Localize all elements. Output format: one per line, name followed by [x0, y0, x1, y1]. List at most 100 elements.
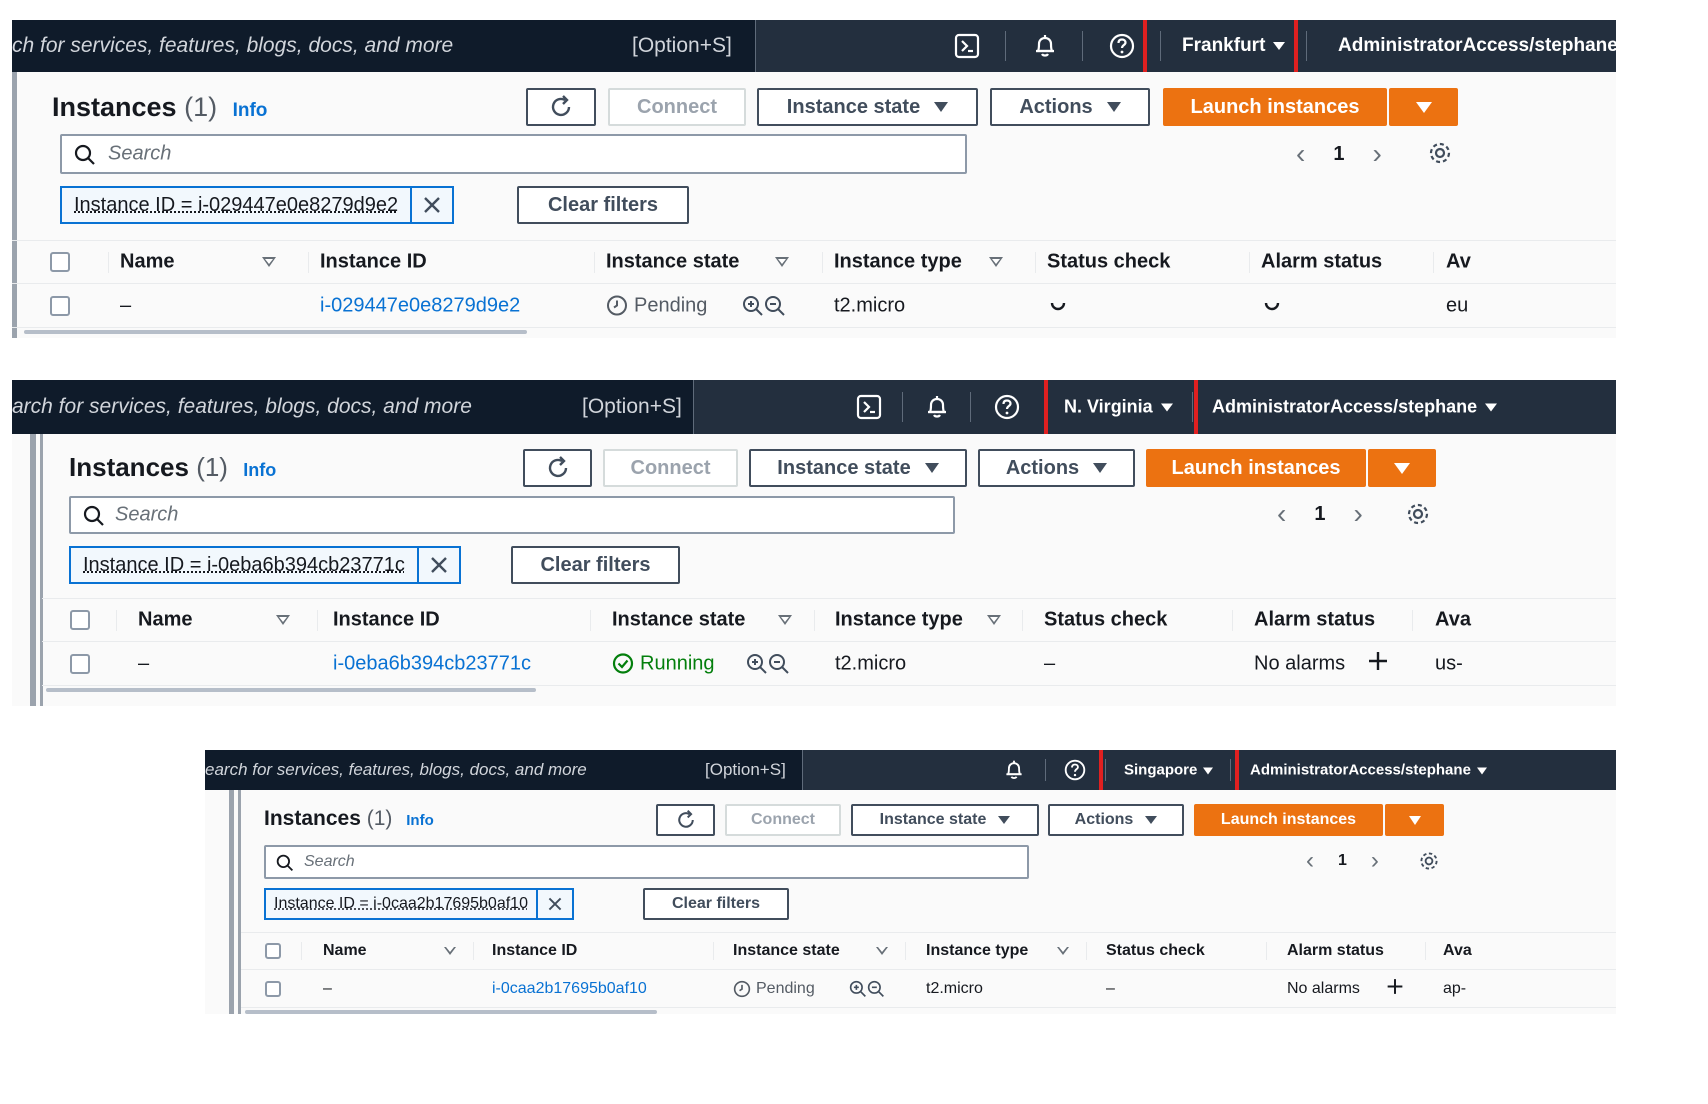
clear-filters-button[interactable]: Clear filters	[511, 546, 680, 584]
column-availability-zone[interactable]: Ava	[1435, 609, 1471, 632]
column-instance-id[interactable]: Instance ID	[333, 609, 440, 632]
row-checkbox[interactable]	[50, 295, 70, 316]
cell-instance-id[interactable]: i-0caa2b17695b0af10	[492, 980, 647, 998]
zoom-in-icon[interactable]	[746, 653, 768, 675]
select-all-checkbox[interactable]	[50, 252, 70, 272]
launch-instances-button[interactable]: Launch instances	[1194, 804, 1383, 836]
bell-icon[interactable]	[1003, 759, 1025, 781]
cell-instance-id[interactable]: i-0eba6b394cb23771c	[333, 652, 531, 675]
actions-button[interactable]: Actions	[978, 449, 1135, 487]
column-name[interactable]: Name	[323, 942, 367, 960]
column-status-check[interactable]: Status check	[1044, 609, 1167, 632]
page-number[interactable]: 1	[1338, 852, 1347, 870]
zoom-out-icon[interactable]	[768, 653, 790, 675]
select-all-checkbox[interactable]	[70, 610, 90, 630]
column-instance-state[interactable]: Instance state	[733, 942, 840, 960]
search-input[interactable]: Search	[69, 496, 955, 534]
bell-icon[interactable]	[1032, 33, 1058, 59]
sort-icon[interactable]	[876, 947, 888, 955]
refresh-button[interactable]	[526, 88, 596, 126]
search-input[interactable]: Search	[264, 845, 1029, 879]
refresh-button[interactable]	[523, 449, 592, 487]
info-link[interactable]: Info	[406, 812, 434, 829]
actions-button[interactable]: Actions	[1048, 804, 1184, 836]
settings-icon[interactable]	[1427, 140, 1453, 166]
sort-icon[interactable]	[775, 257, 789, 267]
table-row[interactable]: – i-0eba6b394cb23771c Running t2.micro –…	[42, 642, 1616, 686]
row-checkbox[interactable]	[70, 653, 90, 674]
column-alarm-status[interactable]: Alarm status	[1287, 942, 1384, 960]
sort-icon[interactable]	[444, 947, 456, 955]
column-instance-state[interactable]: Instance state	[606, 251, 739, 274]
zoom-out-icon[interactable]	[867, 980, 885, 998]
clear-filters-button[interactable]: Clear filters	[517, 186, 689, 224]
connect-button[interactable]: Connect	[608, 88, 746, 126]
account-menu[interactable]: AdministratorAccess/stephane	[1250, 762, 1487, 779]
filter-chip[interactable]: Instance ID = i-029447e0e8279d9e2	[60, 186, 455, 224]
sort-icon[interactable]	[987, 615, 1001, 625]
settings-icon[interactable]	[1418, 850, 1440, 872]
prev-page-icon[interactable]: ‹	[1277, 498, 1286, 530]
global-search-box[interactable]: earch for services, features, blogs, doc…	[205, 750, 803, 790]
connect-button[interactable]: Connect	[725, 804, 841, 836]
launch-instances-button[interactable]: Launch instances	[1146, 449, 1366, 487]
help-icon[interactable]	[994, 394, 1020, 420]
connect-button[interactable]: Connect	[603, 449, 738, 487]
column-instance-type[interactable]: Instance type	[835, 609, 963, 632]
search-input[interactable]: Search	[60, 134, 967, 174]
horizontal-scrollbar[interactable]	[245, 1010, 657, 1014]
sort-icon[interactable]	[1057, 947, 1069, 955]
column-instance-type[interactable]: Instance type	[926, 942, 1028, 960]
instance-state-button[interactable]: Instance state	[757, 88, 978, 126]
column-instance-type[interactable]: Instance type	[834, 251, 962, 274]
global-search-box[interactable]: arch for services, features, blogs, docs…	[12, 380, 694, 434]
launch-dropdown-button[interactable]	[1368, 449, 1436, 487]
global-search-box[interactable]: ch for services, features, blogs, docs, …	[12, 20, 756, 72]
page-number[interactable]: 1	[1333, 143, 1344, 166]
page-number[interactable]: 1	[1314, 503, 1325, 526]
column-name[interactable]: Name	[138, 609, 192, 632]
next-page-icon[interactable]: ›	[1372, 138, 1381, 170]
table-row[interactable]: – i-0caa2b17695b0af10 Pending t2.micro –…	[241, 970, 1616, 1008]
column-availability-zone[interactable]: Av	[1446, 251, 1471, 274]
info-link[interactable]: Info	[243, 460, 276, 480]
row-checkbox[interactable]	[265, 980, 281, 997]
horizontal-scrollbar[interactable]	[24, 330, 527, 334]
column-availability-zone[interactable]: Ava	[1443, 942, 1472, 960]
cloudshell-icon[interactable]	[954, 33, 980, 59]
actions-button[interactable]: Actions	[990, 88, 1150, 126]
filter-chip[interactable]: Instance ID = i-0caa2b17695b0af10	[264, 888, 574, 920]
instance-state-button[interactable]: Instance state	[851, 804, 1039, 836]
close-icon[interactable]	[419, 548, 459, 582]
zoom-in-icon[interactable]	[742, 295, 764, 317]
sort-icon[interactable]	[262, 257, 276, 267]
settings-icon[interactable]	[1405, 501, 1431, 527]
column-name[interactable]: Name	[120, 251, 174, 274]
cell-instance-id[interactable]: i-029447e0e8279d9e2	[320, 294, 520, 317]
help-icon[interactable]	[1109, 33, 1135, 59]
column-status-check[interactable]: Status check	[1047, 251, 1170, 274]
zoom-out-icon[interactable]	[764, 295, 786, 317]
column-status-check[interactable]: Status check	[1106, 942, 1205, 960]
refresh-button[interactable]	[656, 804, 715, 836]
add-icon[interactable]	[1386, 977, 1404, 1000]
horizontal-scrollbar[interactable]	[46, 688, 536, 692]
close-icon[interactable]	[412, 188, 452, 222]
column-instance-id[interactable]: Instance ID	[492, 942, 577, 960]
launch-instances-button[interactable]: Launch instances	[1163, 88, 1387, 126]
close-icon[interactable]	[538, 890, 572, 918]
table-row[interactable]: – i-029447e0e8279d9e2 Pending t2.micro e…	[12, 284, 1616, 328]
add-icon[interactable]	[1367, 650, 1389, 678]
column-instance-state[interactable]: Instance state	[612, 609, 745, 632]
column-alarm-status[interactable]: Alarm status	[1254, 609, 1375, 632]
launch-dropdown-button[interactable]	[1389, 88, 1458, 126]
prev-page-icon[interactable]: ‹	[1306, 847, 1314, 875]
help-icon[interactable]	[1064, 759, 1086, 781]
launch-dropdown-button[interactable]	[1385, 804, 1444, 836]
bell-icon[interactable]	[924, 394, 950, 420]
sort-icon[interactable]	[989, 257, 1003, 267]
zoom-in-icon[interactable]	[849, 980, 867, 998]
next-page-icon[interactable]: ›	[1371, 847, 1379, 875]
column-instance-id[interactable]: Instance ID	[320, 251, 427, 274]
instance-state-button[interactable]: Instance state	[749, 449, 967, 487]
